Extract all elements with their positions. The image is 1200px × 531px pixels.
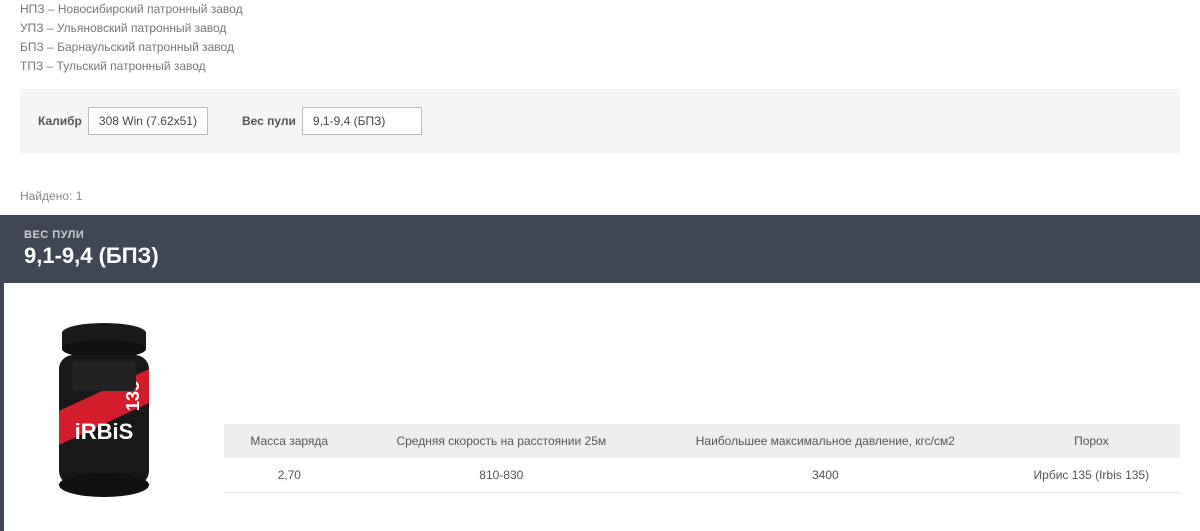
table-cell: Ирбис 135 (Irbis 135) [1003,458,1180,493]
legend-item: БПЗ – Барнаульский патронный завод [20,38,1180,56]
filter-caliber-label: Калибр [38,114,82,128]
table-header: Порох [1003,424,1180,458]
caliber-select[interactable]: 308 Win (7.62x51) [88,107,208,135]
legend-item: НПЗ – Новосибирский патронный завод [20,0,1180,18]
result-table: Масса заряда Средняя скорость на расстоя… [224,424,1180,493]
table-header: Масса заряда [224,424,355,458]
legend-block: НПЗ – Новосибирский патронный завод УПЗ … [0,0,1200,75]
filter-weight-label: Вес пули [242,114,296,128]
table-header-row: Масса заряда Средняя скорость на расстоя… [224,424,1180,458]
legend-item: ТПЗ – Тульский патронный завод [20,57,1180,75]
svg-text:iRBiS: iRBiS [75,419,134,444]
product-image: iRBiS 135 [24,301,184,511]
table-header: Средняя скорость на расстоянии 25м [355,424,649,458]
table-row: 2,70 810-830 3400 Ирбис 135 (Irbis 135) [224,458,1180,493]
filter-caliber-group: Калибр 308 Win (7.62x51) [38,107,208,135]
legend-item: УПЗ – Ульяновский патронный завод [20,19,1180,37]
table-cell: 810-830 [355,458,649,493]
result-body: iRBiS 135 Масса заряда Средняя скорость … [0,283,1200,531]
table-header: Наибольшее максимальное давление, кгс/см… [648,424,1003,458]
table-cell: 2,70 [224,458,355,493]
result-header-value: 9,1-9,4 (БПЗ) [24,243,1176,269]
filter-bar: Калибр 308 Win (7.62x51) Вес пули 9,1-9,… [20,89,1180,153]
weight-select[interactable]: 9,1-9,4 (БПЗ) [302,107,422,135]
found-count: Найдено: 1 [20,189,1200,203]
result-header: ВЕС ПУЛИ 9,1-9,4 (БПЗ) [0,215,1200,283]
filter-weight-group: Вес пули 9,1-9,4 (БПЗ) [242,107,422,135]
table-cell: 3400 [648,458,1003,493]
result-header-label: ВЕС ПУЛИ [24,229,1176,241]
